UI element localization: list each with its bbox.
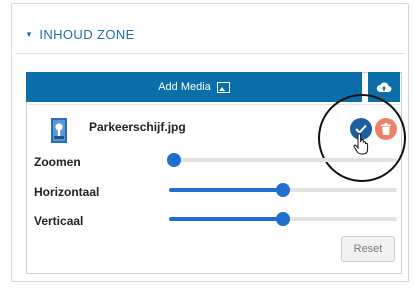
- image-icon: [216, 81, 230, 93]
- cloud-upload-icon: [376, 82, 392, 92]
- trash-icon: [381, 123, 391, 135]
- zone-title: INHOUD ZONE: [39, 27, 135, 42]
- vertical-label: Verticaal: [34, 214, 84, 228]
- add-media-label: Add Media: [158, 81, 211, 93]
- horizontal-label: Horizontaal: [34, 185, 100, 199]
- reset-button[interactable]: Reset: [341, 236, 395, 262]
- check-icon: [355, 124, 367, 134]
- zoom-label: Zoomen: [34, 155, 81, 169]
- vertical-slider[interactable]: [169, 212, 397, 226]
- confirm-button[interactable]: [350, 118, 372, 140]
- delete-button[interactable]: [375, 118, 397, 140]
- upload-button[interactable]: [368, 72, 400, 102]
- slider-thumb[interactable]: [276, 212, 290, 226]
- item-divider: [26, 104, 402, 105]
- zone-header[interactable]: ▼ INHOUD ZONE: [25, 27, 135, 42]
- header-divider: [15, 53, 405, 54]
- slider-fill: [169, 217, 283, 221]
- media-filename: Parkeerschijf.jpg: [89, 120, 186, 134]
- slider-track: [169, 158, 397, 162]
- slider-thumb[interactable]: [166, 153, 181, 167]
- zoom-slider[interactable]: [166, 153, 397, 167]
- caret-down-icon: ▼: [25, 30, 34, 39]
- horizontal-slider[interactable]: [169, 183, 397, 197]
- slider-fill: [169, 188, 283, 192]
- add-media-button[interactable]: Add Media: [26, 72, 362, 102]
- slider-thumb[interactable]: [276, 183, 290, 197]
- file-thumbnail-icon: [51, 118, 67, 143]
